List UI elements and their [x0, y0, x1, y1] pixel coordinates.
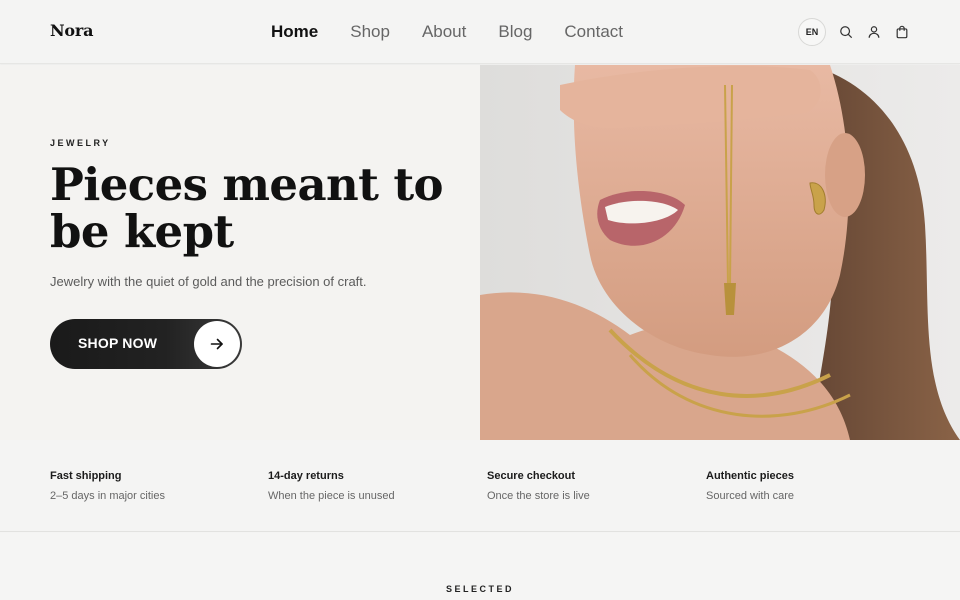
features-bar: Fast shipping 2–5 days in major cities 1…	[0, 440, 960, 532]
feature-desc: Sourced with care	[706, 490, 795, 502]
hero-content: JEWELRY Pieces meant to be kept Jewelry …	[0, 65, 480, 440]
header-actions: EN	[798, 18, 910, 46]
hero-eyebrow: JEWELRY	[50, 138, 111, 148]
feature-returns: 14-day returns When the piece is unused	[268, 469, 468, 503]
language-button[interactable]: EN	[798, 18, 826, 46]
shop-now-label: SHOP NOW	[78, 335, 158, 351]
feature-title: Authentic pieces	[706, 470, 795, 482]
nav-contact[interactable]: Contact	[564, 20, 623, 44]
arrow-right-icon	[194, 321, 240, 367]
nav-about[interactable]: About	[422, 20, 466, 44]
selected-section: SELECTED	[0, 533, 960, 600]
section-label: SELECTED	[445, 584, 514, 594]
hero-image	[480, 65, 960, 440]
feature-secure-checkout: Secure checkout Once the store is live	[487, 469, 687, 503]
feature-fast-shipping: Fast shipping 2–5 days in major cities	[50, 469, 250, 503]
hero-section: JEWELRY Pieces meant to be kept Jewelry …	[0, 65, 960, 440]
nav-home[interactable]: Home	[271, 20, 318, 44]
user-icon[interactable]	[866, 24, 882, 40]
shop-now-button[interactable]: SHOP NOW	[50, 319, 242, 369]
brand-logo[interactable]: Nora	[50, 21, 93, 40]
feature-title: 14-day returns	[268, 470, 344, 482]
feature-desc: Once the store is live	[487, 490, 590, 502]
feature-desc: When the piece is unused	[268, 490, 395, 502]
feature-title: Secure checkout	[487, 470, 576, 482]
feature-authentic: Authentic pieces Sourced with care	[706, 469, 906, 503]
site-header: Nora Home Shop About Blog Contact EN	[0, 0, 960, 64]
hero-title: Pieces meant to be kept	[50, 158, 444, 258]
main-nav: Home Shop About Blog Contact	[271, 20, 623, 44]
nav-blog[interactable]: Blog	[498, 20, 532, 44]
feature-desc: 2–5 days in major cities	[50, 490, 165, 502]
page: Nora Home Shop About Blog Contact EN JEW…	[0, 0, 960, 600]
cart-icon[interactable]	[894, 24, 910, 40]
search-icon[interactable]	[838, 24, 854, 40]
feature-title: Fast shipping	[50, 470, 122, 482]
nav-shop[interactable]: Shop	[350, 20, 390, 44]
hero-subtitle: Jewelry with the quiet of gold and the p…	[50, 274, 367, 289]
